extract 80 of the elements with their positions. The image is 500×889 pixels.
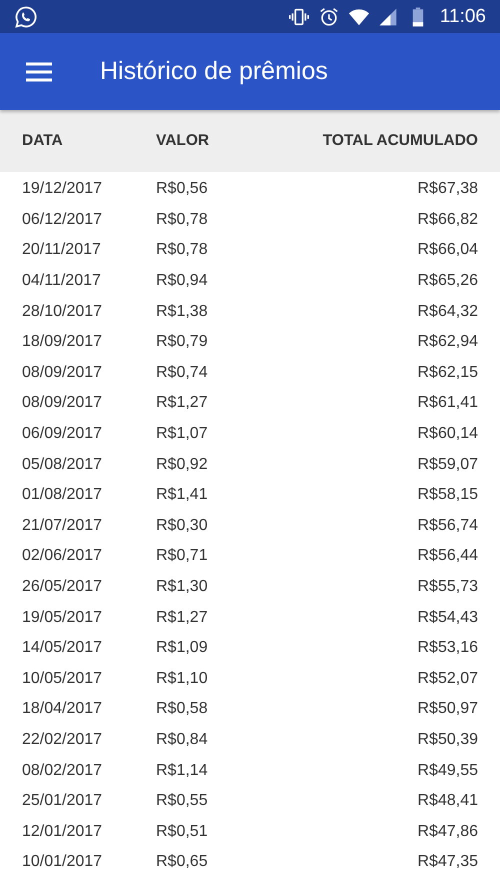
table-cell: R$53,16	[418, 639, 478, 658]
table-cell: R$0,65	[156, 853, 208, 872]
table-cell: R$1,10	[156, 670, 208, 688]
table-cell: 25/01/2017	[22, 792, 102, 810]
signal-icon	[378, 6, 398, 26]
table-cell: R$1,14	[156, 762, 208, 780]
table-cell: R$47,86	[418, 822, 478, 841]
table-cell: R$0,56	[156, 180, 208, 198]
column-header: DATA	[22, 132, 63, 150]
menu-icon	[26, 62, 52, 82]
table-cell: R$56,44	[418, 547, 478, 566]
table-cell: 21/07/2017	[22, 516, 102, 535]
table-cell: 14/05/2017	[22, 639, 102, 658]
table-cell: R$0,92	[156, 456, 208, 474]
table-cell: R$65,26	[418, 272, 478, 290]
table-cell: R$66,82	[418, 210, 478, 229]
table-cell: R$0,71	[156, 547, 208, 566]
table-cell: R$0,94	[156, 272, 208, 290]
table-cell: 08/09/2017	[22, 394, 102, 412]
screen-title: Histórico de prêmios	[100, 57, 328, 86]
chat-bubble-icon	[14, 4, 38, 28]
column-header: TOTAL ACUMULADO	[322, 132, 478, 150]
table-cell: R$56,74	[418, 516, 478, 535]
table-cell: 06/12/2017	[22, 210, 102, 229]
table-cell: R$61,41	[418, 394, 478, 412]
table-cell: 22/02/2017	[22, 730, 102, 749]
table-cell: R$47,35	[418, 853, 478, 872]
table-cell: R$0,78	[156, 241, 208, 260]
table-cell: R$58,15	[418, 486, 478, 504]
table-cell: 18/04/2017	[22, 700, 102, 718]
column-header: VALOR	[156, 132, 210, 150]
table-cell: 06/09/2017	[22, 425, 102, 444]
table-cell: 08/09/2017	[22, 364, 102, 382]
alarm-icon	[318, 6, 340, 28]
table-cell: R$55,73	[418, 578, 478, 596]
table-cell: R$0,74	[156, 364, 208, 382]
table-cell: R$66,04	[418, 241, 478, 260]
table-cell: 01/08/2017	[22, 486, 102, 504]
table-cell: 05/08/2017	[22, 456, 102, 474]
table-cell: R$48,41	[418, 792, 478, 810]
table-cell: 28/10/2017	[22, 302, 102, 321]
table-cell: R$50,39	[418, 730, 478, 749]
table-cell: R$0,51	[156, 822, 208, 841]
table-cell: 02/06/2017	[22, 547, 102, 566]
table-cell: R$0,58	[156, 700, 208, 718]
table-cell: R$62,15	[418, 364, 478, 382]
battery-icon	[412, 6, 424, 28]
table-cell: R$1,38	[156, 302, 208, 321]
table-cell: R$0,30	[156, 516, 208, 535]
table-cell: 20/11/2017	[22, 241, 101, 260]
table-cell: 10/01/2017	[22, 853, 102, 872]
table-cell: R$50,97	[418, 700, 478, 718]
table-cell: R$49,55	[418, 762, 478, 780]
table-cell: R$60,14	[418, 425, 478, 444]
table-cell: R$1,09	[156, 639, 208, 658]
table-cell: R$1,27	[156, 608, 208, 627]
table-cell: R$1,30	[156, 578, 208, 596]
table-cell: R$1,27	[156, 394, 208, 412]
table-cell: 04/11/2017	[22, 272, 101, 290]
table-cell: R$1,07	[156, 425, 208, 444]
table-cell: R$67,38	[418, 180, 478, 198]
table-cell: 12/01/2017	[22, 822, 102, 841]
table-cell: R$1,41	[156, 486, 208, 504]
table-cell: R$0,79	[156, 333, 208, 352]
table-cell: R$52,07	[418, 670, 478, 688]
table-cell: 08/02/2017	[22, 762, 102, 780]
table-cell: R$0,84	[156, 730, 208, 749]
table-cell: R$64,32	[418, 302, 478, 321]
table-cell: 18/09/2017	[22, 333, 102, 352]
menu-button[interactable]	[26, 62, 52, 82]
table-cell: R$0,55	[156, 792, 208, 810]
table-cell: 19/12/2017	[22, 180, 102, 198]
clock-time: 11:06	[440, 6, 486, 28]
table-cell: R$59,07	[418, 456, 478, 474]
table-cell: R$62,94	[418, 333, 478, 352]
table-cell: R$0,78	[156, 210, 208, 229]
table-cell: R$54,43	[418, 608, 478, 627]
table-cell: 19/05/2017	[22, 608, 102, 627]
table-cell: 10/05/2017	[22, 670, 102, 688]
table-cell: 26/05/2017	[22, 578, 102, 596]
